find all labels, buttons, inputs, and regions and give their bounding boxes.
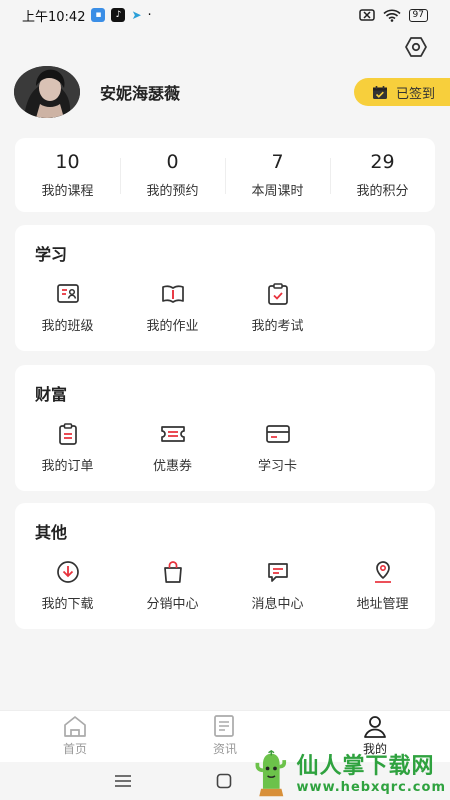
item-label: 优惠券 <box>152 459 192 474</box>
settings-hexagon-icon <box>405 37 427 57</box>
item-label: 我的下载 <box>41 597 94 612</box>
location-icon <box>370 559 396 585</box>
order-icon <box>55 421 81 447</box>
stat-weekly-hours[interactable]: 7 本周课时 <box>225 138 330 212</box>
download-icon <box>55 559 81 585</box>
settings-button[interactable] <box>402 33 430 61</box>
more-dot-icon: · <box>147 7 152 23</box>
stat-value: 29 <box>370 151 395 173</box>
item-label: 分销中心 <box>146 597 199 612</box>
item-label: 我的班级 <box>41 319 94 334</box>
message-icon <box>265 559 291 585</box>
stat-points[interactable]: 29 我的积分 <box>330 138 435 212</box>
home-nav-button[interactable] <box>213 770 235 792</box>
stat-label: 我的积分 <box>356 184 409 199</box>
tab-label: 资讯 <box>212 742 237 756</box>
battery-indicator: 97 <box>408 8 428 22</box>
profile-icon <box>364 716 386 738</box>
stat-value: 7 <box>271 151 284 173</box>
address-management-button[interactable]: 地址管理 <box>330 559 435 612</box>
my-homework-button[interactable]: 我的作业 <box>120 281 225 334</box>
avatar[interactable] <box>14 66 80 118</box>
sim-off-icon <box>358 9 375 21</box>
stats-card: 10 我的课程 0 我的预约 7 本周课时 29 我的积分 <box>15 138 435 212</box>
cactus-logo-icon <box>255 750 287 797</box>
card-icon <box>265 421 291 447</box>
checkin-button[interactable]: 已签到 <box>354 78 450 106</box>
section-title: 学习 <box>35 245 68 264</box>
calendar-check-icon <box>373 85 387 99</box>
item-label: 消息中心 <box>251 597 304 612</box>
distribution-icon <box>160 559 186 585</box>
watermark-title: 仙人掌下载网 <box>296 753 435 779</box>
stat-value: 10 <box>55 151 80 173</box>
tab-home[interactable]: 首页 <box>0 711 150 762</box>
home-icon <box>64 716 86 737</box>
checkin-label: 已签到 <box>396 86 436 102</box>
stat-label: 我的预约 <box>146 184 199 199</box>
my-orders-button[interactable]: 我的订单 <box>15 421 120 474</box>
my-exam-button[interactable]: 我的考试 <box>225 281 330 334</box>
coupon-button[interactable]: 优惠券 <box>120 421 225 474</box>
stat-label: 我的课程 <box>41 184 94 199</box>
status-time: 上午10:42 <box>22 9 86 25</box>
homework-icon <box>160 281 186 307</box>
tab-label: 首页 <box>62 742 87 756</box>
study-section: 学习 我的班级 我的作业 我的考试 <box>15 225 435 351</box>
wifi-icon <box>382 9 401 22</box>
status-bar: 上午10:42 ▪ ♪ ➤ · 97 <box>0 0 450 30</box>
item-label: 我的订单 <box>41 459 94 474</box>
coupon-icon <box>160 421 186 447</box>
other-section: 其他 我的下载 分销中心 消息中心 地址管理 <box>15 503 435 629</box>
stat-appointments[interactable]: 0 我的预约 <box>120 138 225 212</box>
section-title: 财富 <box>35 385 68 404</box>
distribution-center-button[interactable]: 分销中心 <box>120 559 225 612</box>
my-class-button[interactable]: 我的班级 <box>15 281 120 334</box>
item-label: 我的考试 <box>251 319 304 334</box>
stat-label: 本周课时 <box>251 184 304 199</box>
item-label: 地址管理 <box>356 597 409 612</box>
my-downloads-button[interactable]: 我的下载 <box>15 559 120 612</box>
telegram-icon: ➤ <box>131 8 142 22</box>
exam-icon <box>265 281 291 307</box>
stat-value: 0 <box>166 151 179 173</box>
news-icon <box>214 715 234 737</box>
watermark: 仙人掌下载网 www.hebxqrc.com <box>250 748 446 800</box>
message-center-button[interactable]: 消息中心 <box>225 559 330 612</box>
app-notification-icon: ▪ <box>91 8 106 22</box>
menu-icon <box>115 775 131 787</box>
study-card-button[interactable]: 学习卡 <box>225 421 330 474</box>
item-label: 学习卡 <box>257 459 297 474</box>
recent-apps-button[interactable] <box>112 770 134 792</box>
username: 安妮海瑟薇 <box>100 84 181 103</box>
profile-header: 安妮海瑟薇 已签到 <box>14 64 450 120</box>
square-icon <box>216 773 232 789</box>
class-icon <box>55 281 81 307</box>
tiktok-icon: ♪ <box>111 8 126 22</box>
stat-courses[interactable]: 10 我的课程 <box>15 138 120 212</box>
wealth-section: 财富 我的订单 优惠券 学习卡 <box>15 365 435 491</box>
watermark-url: www.hebxqrc.com <box>296 779 446 795</box>
section-title: 其他 <box>35 523 68 542</box>
item-label: 我的作业 <box>146 319 199 334</box>
